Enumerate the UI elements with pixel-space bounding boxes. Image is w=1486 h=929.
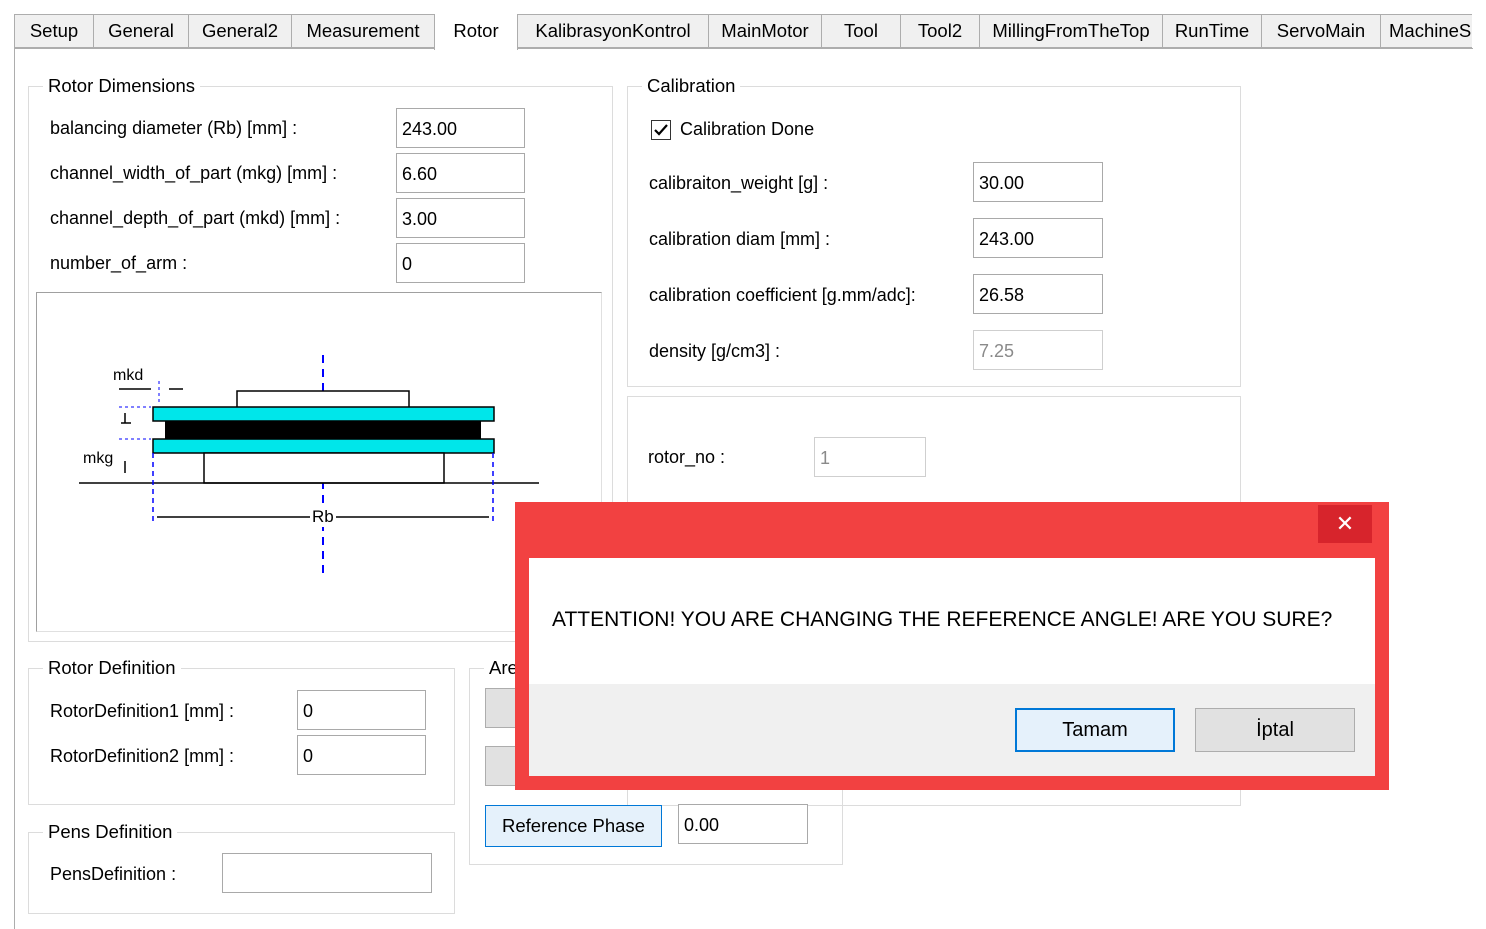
tab-measurement[interactable]: Measurement: [291, 14, 435, 48]
balancing-diameter-input[interactable]: [396, 108, 525, 148]
dialog-body: ATTENTION! YOU ARE CHANGING THE REFERENC…: [529, 558, 1375, 776]
close-icon: ✕: [1335, 511, 1355, 536]
ok-button[interactable]: Tamam: [1015, 708, 1175, 752]
rotor-definition2-input[interactable]: [297, 735, 426, 775]
pens-definition-label: PensDefinition :: [50, 864, 177, 884]
cancel-button[interactable]: İptal: [1195, 708, 1355, 752]
dialog-close-button[interactable]: ✕: [1318, 505, 1372, 543]
tab-setup[interactable]: Setup: [14, 14, 94, 48]
rotor-no-label: rotor_no :: [648, 447, 726, 467]
calibration-title: Calibration: [642, 75, 741, 97]
tab-runtime[interactable]: RunTime: [1162, 14, 1262, 48]
number-of-arm-label: number_of_arm :: [50, 253, 188, 273]
calibration-done-checkbox[interactable]: [651, 120, 671, 140]
calibration-weight-input[interactable]: [973, 162, 1103, 202]
confirm-dialog: ✕ ATTENTION! YOU ARE CHANGING THE REFERE…: [515, 502, 1389, 790]
calibration-weight-label: calibraiton_weight [g] :: [649, 173, 829, 193]
dialog-footer: Tamam İptal: [529, 684, 1375, 776]
rotor-definition2-label: RotorDefinition2 [mm] :: [50, 746, 235, 766]
mkd-label: mkd: [113, 367, 144, 385]
tab-tool[interactable]: Tool: [821, 14, 901, 48]
tab-bar: Setup General General2 Measurement Rotor…: [14, 14, 1472, 50]
mkg-label: mkg: [83, 450, 114, 468]
rotor-dimensions-title: Rotor Dimensions: [43, 75, 201, 97]
tab-rotor[interactable]: Rotor: [434, 14, 518, 50]
calibration-coefficient-input[interactable]: [973, 274, 1103, 314]
density-label: density [g/cm3] :: [649, 341, 781, 361]
tab-servomain[interactable]: ServoMain: [1261, 14, 1381, 48]
tab-general[interactable]: General: [93, 14, 189, 48]
tab-tool2[interactable]: Tool2: [900, 14, 980, 48]
tab-machine[interactable]: MachineS: [1380, 14, 1472, 48]
checkmark-icon: [654, 124, 668, 136]
channel-width-label: channel_width_of_part (mkg) [mm] :: [50, 163, 338, 183]
rotor-definition1-input[interactable]: [297, 690, 426, 730]
reference-phase-input[interactable]: [678, 804, 808, 844]
tab-general2[interactable]: General2: [188, 14, 292, 48]
calibration-done-label: Calibration Done: [680, 119, 815, 139]
channel-depth-input[interactable]: [396, 198, 525, 238]
dialog-message: ATTENTION! YOU ARE CHANGING THE REFERENC…: [552, 608, 1333, 631]
calibration-diam-input[interactable]: [973, 218, 1103, 258]
number-of-arm-input[interactable]: [396, 243, 525, 283]
rb-label: Rb: [310, 507, 336, 527]
tab-kalibrasyonkontrol[interactable]: KalibrasyonKontrol: [517, 14, 709, 48]
rotor-definition-title: Rotor Definition: [43, 657, 181, 679]
rotor-definition1-label: RotorDefinition1 [mm] :: [50, 701, 235, 721]
channel-depth-label: channel_depth_of_part (mkd) [mm] :: [50, 208, 341, 228]
calibration-diam-label: calibration diam [mm] :: [649, 229, 831, 249]
calibration-coefficient-label: calibration coefficient [g.mm/adc]:: [649, 285, 916, 305]
tab-millingfromthetop[interactable]: MillingFromTheTop: [979, 14, 1163, 48]
channel-width-input[interactable]: [396, 153, 525, 193]
pens-definition-input[interactable]: [222, 853, 432, 893]
density-input: [973, 330, 1103, 370]
reference-phase-button[interactable]: Reference Phase: [485, 805, 662, 847]
pens-definition-title: Pens Definition: [43, 821, 178, 843]
balancing-diameter-label: balancing diameter (Rb) [mm] :: [50, 118, 298, 138]
tab-mainmotor[interactable]: MainMotor: [708, 14, 822, 48]
rotor-no-input: [814, 437, 926, 477]
